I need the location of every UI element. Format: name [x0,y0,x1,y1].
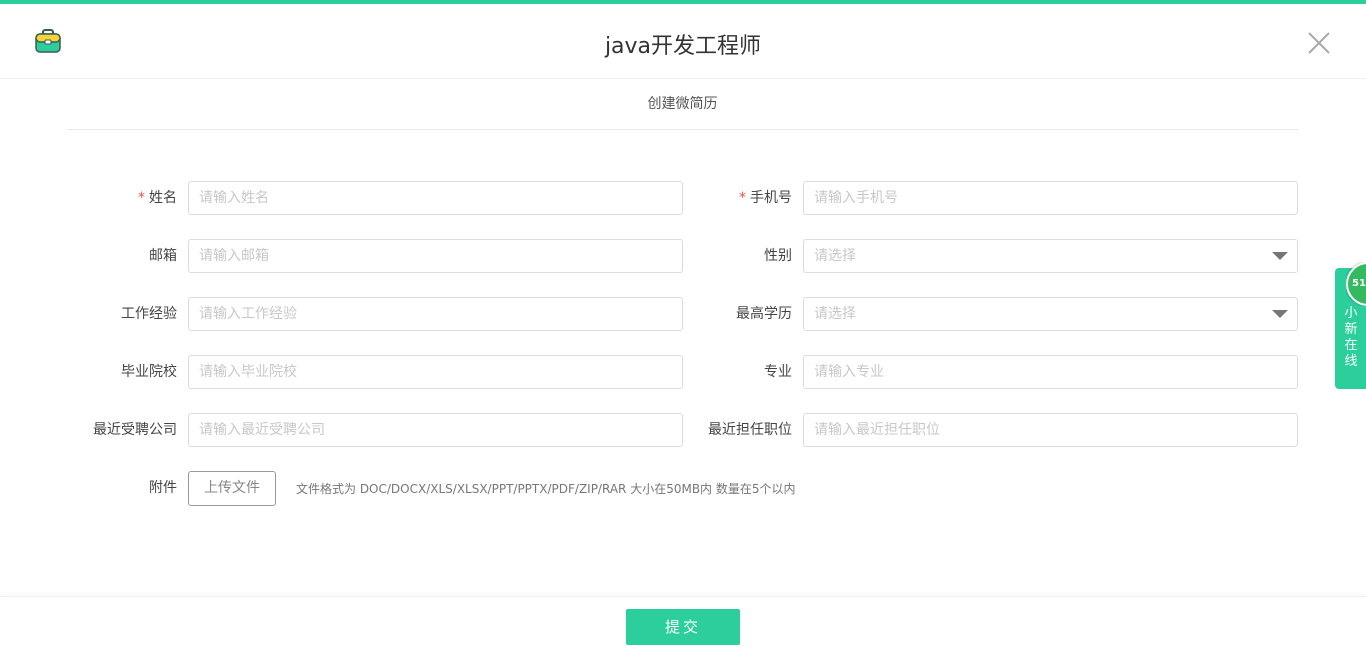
phone-input[interactable] [803,181,1298,215]
email-label: 邮箱 [149,248,177,264]
school-label: 毕业院校 [121,364,177,380]
position-input[interactable] [803,413,1298,447]
required-mark: * [138,190,145,206]
page-title: java开发工程师 [604,34,762,59]
close-icon[interactable] [1306,30,1332,56]
gender-label: 性别 [764,248,792,264]
email-input[interactable] [188,239,683,273]
position-label: 最近担任职位 [708,422,792,438]
required-mark: * [739,190,746,206]
school-input[interactable] [188,355,683,389]
education-label: 最高学历 [736,306,792,322]
section-title: 创建微简历 [67,79,1298,130]
education-placeholder: 请选择 [814,306,856,322]
experience-input[interactable] [188,297,683,331]
chat-avatar-badge[interactable]: 51 [1346,262,1366,306]
name-input[interactable] [188,181,683,215]
upload-hint: 文件格式为 DOC/DOCX/XLS/XLSX/PPT/PPTX/PDF/ZIP… [296,482,796,496]
modal-header: java开发工程师 [0,4,1366,79]
experience-label: 工作经验 [121,306,177,322]
upload-file-button[interactable]: 上传文件 [188,471,276,506]
gender-select[interactable]: 请选择 [803,239,1298,273]
badge-number: 51 [1346,262,1366,306]
phone-label: * 手机号 [739,190,792,206]
gender-placeholder: 请选择 [814,248,856,264]
company-input[interactable] [188,413,683,447]
submit-button[interactable]: 提交 [626,609,740,645]
name-label: * 姓名 [138,190,177,206]
major-label: 专业 [764,364,792,380]
company-label: 最近受聘公司 [93,422,177,438]
chat-widget-label[interactable]: 小新在线 [1343,306,1359,370]
caret-down-icon [1272,252,1288,260]
major-input[interactable] [803,355,1298,389]
education-select[interactable]: 请选择 [803,297,1298,331]
attachment-label: 附件 [149,480,177,496]
caret-down-icon [1272,310,1288,318]
